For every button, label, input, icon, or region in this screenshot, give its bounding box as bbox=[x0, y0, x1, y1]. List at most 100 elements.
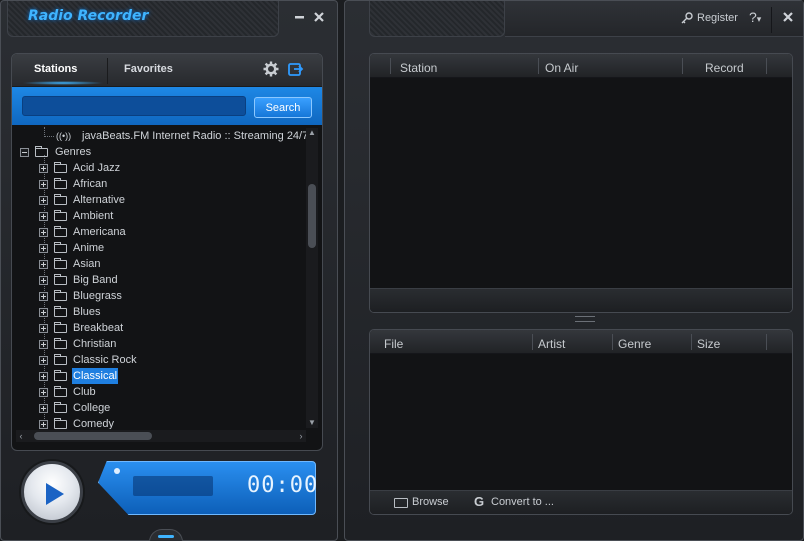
column-divider[interactable] bbox=[612, 334, 613, 350]
expand-icon[interactable] bbox=[39, 196, 48, 205]
folder-icon bbox=[54, 354, 67, 365]
expand-icon[interactable] bbox=[39, 212, 48, 221]
player-display: 00:00 bbox=[98, 461, 316, 515]
key-icon bbox=[681, 12, 693, 24]
tree-label: Breakbeat bbox=[73, 322, 124, 334]
expand-icon[interactable] bbox=[39, 340, 48, 349]
register-link[interactable]: Register bbox=[697, 12, 738, 24]
search-input[interactable] bbox=[22, 96, 246, 116]
convert-button[interactable]: Convert to ... bbox=[491, 496, 554, 508]
expand-icon[interactable] bbox=[39, 260, 48, 269]
tree-vertical-scrollbar[interactable]: ▲ ▼ bbox=[306, 128, 318, 428]
expand-icon[interactable] bbox=[39, 180, 48, 189]
column-divider[interactable] bbox=[766, 334, 767, 350]
genre-tree: ((•)) javaBeats.FM Internet Radio :: Str… bbox=[12, 127, 306, 429]
left-window: Radio Recorder Stations Favorites Search… bbox=[0, 0, 338, 541]
tree-label: Genres bbox=[55, 146, 92, 158]
folder-icon bbox=[54, 242, 67, 253]
app-title: Radio Recorder bbox=[28, 8, 149, 24]
tree-label: Alternative bbox=[73, 194, 125, 206]
export-icon[interactable] bbox=[288, 61, 306, 79]
expand-icon[interactable] bbox=[39, 228, 48, 237]
tree-label: Anime bbox=[73, 242, 105, 254]
scroll-thumb[interactable] bbox=[34, 432, 152, 440]
tree-connector bbox=[44, 136, 54, 137]
scroll-up-icon[interactable]: ▲ bbox=[306, 128, 318, 138]
folder-icon bbox=[394, 498, 408, 508]
folder-icon bbox=[54, 194, 67, 205]
expand-icon[interactable] bbox=[39, 356, 48, 365]
stations-grid: Station On Air Record bbox=[369, 53, 793, 313]
grid-footer: Browse G Convert to ... bbox=[370, 490, 792, 514]
column-header-station[interactable]: Station bbox=[400, 61, 437, 75]
time-display: 00:00 bbox=[247, 473, 319, 498]
scroll-down-icon[interactable]: ▼ bbox=[306, 418, 318, 428]
column-divider[interactable] bbox=[538, 58, 539, 74]
column-header-file[interactable]: File bbox=[384, 337, 403, 351]
column-divider[interactable] bbox=[691, 334, 692, 350]
header-divider bbox=[771, 7, 772, 33]
column-header-record[interactable]: Record bbox=[705, 61, 744, 75]
progress-track[interactable] bbox=[133, 476, 213, 496]
tab-favorites[interactable]: Favorites bbox=[124, 63, 173, 75]
column-header-size[interactable]: Size bbox=[697, 337, 720, 351]
column-header-on-air[interactable]: On Air bbox=[545, 61, 578, 75]
expand-icon[interactable] bbox=[39, 308, 48, 317]
title-tab bbox=[369, 1, 505, 37]
column-divider[interactable] bbox=[766, 58, 767, 74]
column-divider[interactable] bbox=[682, 58, 683, 74]
minimize-icon[interactable] bbox=[293, 11, 307, 25]
gear-icon[interactable] bbox=[262, 61, 280, 79]
scroll-thumb[interactable] bbox=[308, 184, 316, 248]
tab-stations[interactable]: Stations bbox=[34, 63, 77, 75]
play-button[interactable] bbox=[21, 461, 83, 523]
close-icon[interactable] bbox=[312, 11, 326, 25]
title-tab: Radio Recorder bbox=[7, 1, 279, 37]
folder-icon bbox=[54, 306, 67, 317]
column-divider bbox=[390, 58, 391, 74]
scroll-right-icon[interactable]: › bbox=[296, 430, 306, 442]
progress-indicator[interactable] bbox=[114, 468, 120, 474]
scroll-left-icon[interactable]: ‹ bbox=[16, 430, 26, 442]
expand-icon[interactable] bbox=[39, 404, 48, 413]
tree-label: Ambient bbox=[73, 210, 114, 222]
panel-splitter[interactable] bbox=[575, 316, 595, 322]
play-icon bbox=[46, 483, 64, 505]
tree-horizontal-scrollbar[interactable]: ‹ › bbox=[16, 430, 306, 442]
tree-label: Americana bbox=[73, 226, 126, 238]
column-divider[interactable] bbox=[532, 334, 533, 350]
search-button[interactable]: Search bbox=[254, 97, 312, 118]
column-header-artist[interactable]: Artist bbox=[538, 337, 565, 351]
expand-icon[interactable] bbox=[39, 372, 48, 381]
broadcast-icon: ((•)) bbox=[56, 131, 72, 141]
browse-button[interactable]: Browse bbox=[412, 496, 449, 508]
tree-label: Big Band bbox=[73, 274, 118, 286]
folder-icon bbox=[54, 386, 67, 397]
collapse-icon[interactable] bbox=[20, 148, 29, 157]
expand-icon[interactable] bbox=[39, 324, 48, 333]
expand-icon[interactable] bbox=[39, 244, 48, 253]
stations-panel: Stations Favorites Search ((•)) javaBeat… bbox=[11, 53, 323, 451]
expand-icon[interactable] bbox=[39, 292, 48, 301]
expand-handle[interactable] bbox=[149, 529, 183, 541]
expand-icon[interactable] bbox=[39, 388, 48, 397]
close-icon[interactable] bbox=[781, 11, 795, 25]
tree-label: Asian bbox=[73, 258, 101, 270]
expand-icon[interactable] bbox=[39, 276, 48, 285]
expand-icon[interactable] bbox=[39, 164, 48, 173]
station-label: javaBeats.FM Internet Radio :: Streaming… bbox=[82, 130, 306, 142]
tree-label: African bbox=[73, 178, 108, 190]
tree-label: Classic Rock bbox=[73, 354, 137, 366]
tab-divider bbox=[107, 58, 108, 84]
search-bar: Search bbox=[12, 87, 322, 125]
tree-label: Club bbox=[73, 386, 96, 398]
expand-icon[interactable] bbox=[39, 420, 48, 429]
column-header-genre[interactable]: Genre bbox=[618, 337, 651, 351]
folder-icon bbox=[54, 258, 67, 269]
tree-label: College bbox=[73, 402, 111, 414]
convert-icon: G bbox=[474, 494, 485, 509]
chevron-down-icon: ▾ bbox=[756, 14, 762, 24]
help-button[interactable]: ?▾ bbox=[749, 9, 761, 25]
tree-label: Classical bbox=[72, 368, 119, 384]
tab-bar: Stations Favorites bbox=[12, 54, 322, 87]
